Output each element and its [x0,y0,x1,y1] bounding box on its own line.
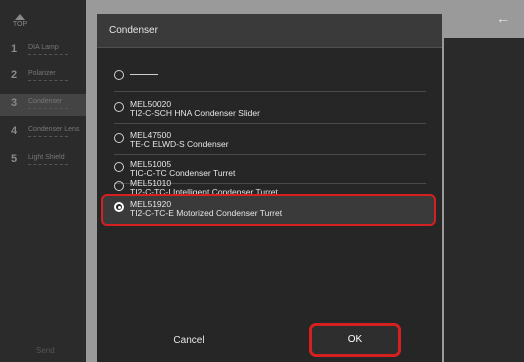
dialog-header: Condenser [97,14,442,48]
step-number: 1 [11,43,18,55]
step-label: Condenser [28,98,63,105]
radio-button[interactable] [114,102,124,112]
option-divider [114,91,426,92]
up-arrow-icon [15,14,25,20]
sidebar-item-condenser[interactable]: 3 Condenser [0,94,86,116]
radio-button-selected[interactable] [114,202,124,212]
step-divider [28,136,68,137]
step-divider [28,108,68,109]
radio-button[interactable] [114,70,124,80]
step-number: 2 [11,69,18,81]
option-desc: TE-C ELWD-S Condenser [130,139,229,149]
send-button[interactable]: Send [36,346,55,355]
dialog-title: Condenser [109,25,158,36]
option-desc: TI2-C-SCH HNA Condenser Slider [130,108,260,118]
back-arrow-icon[interactable]: ← [496,10,510,26]
radio-button[interactable] [114,162,124,172]
radio-button[interactable] [114,181,124,191]
step-divider [28,164,68,165]
empty-option-dash [130,74,158,75]
option-none[interactable] [101,62,436,92]
top-button[interactable]: TOP [8,14,32,36]
option-divider [114,123,426,124]
step-divider [28,54,68,55]
option-mel50020[interactable]: MEL50020 TI2-C-SCH HNA Condenser Slider [101,94,436,124]
step-label: Light Shield [28,154,65,161]
app-window: TOP 1 DIA Lamp 2 Polarizer 3 Condenser 4… [0,0,524,362]
sidebar: TOP 1 DIA Lamp 2 Polarizer 3 Condenser 4… [0,0,86,362]
sidebar-item-dia-lamp[interactable]: 1 DIA Lamp [0,40,86,62]
option-desc: TI2-C-TC-E Motorized Condenser Turret [130,208,283,218]
condenser-dialog: Condenser MEL50020 TI2-C-SCH HNA Condens… [97,14,442,362]
option-mel51920[interactable]: MEL51920 TI2-C-TC-E Motorized Condenser … [101,194,436,226]
step-label: Condenser Lens [28,126,80,133]
step-number: 4 [11,125,18,137]
step-label: DIA Lamp [28,44,59,51]
sidebar-item-light-shield[interactable]: 5 Light Shield [0,150,86,172]
ok-button[interactable]: OK [309,323,401,357]
cancel-button[interactable]: Cancel [104,326,274,356]
step-label: Polarizer [28,70,56,77]
sidebar-item-condenser-lens[interactable]: 4 Condenser Lens [0,122,86,144]
side-panel [444,38,524,362]
sidebar-item-polarizer[interactable]: 2 Polarizer [0,66,86,88]
option-mel47500[interactable]: MEL47500 TE-C ELWD-S Condenser [101,125,436,155]
step-number: 3 [11,97,18,109]
radio-button[interactable] [114,133,124,143]
step-number: 5 [11,153,18,165]
step-divider [28,80,68,81]
top-label: TOP [12,21,28,28]
